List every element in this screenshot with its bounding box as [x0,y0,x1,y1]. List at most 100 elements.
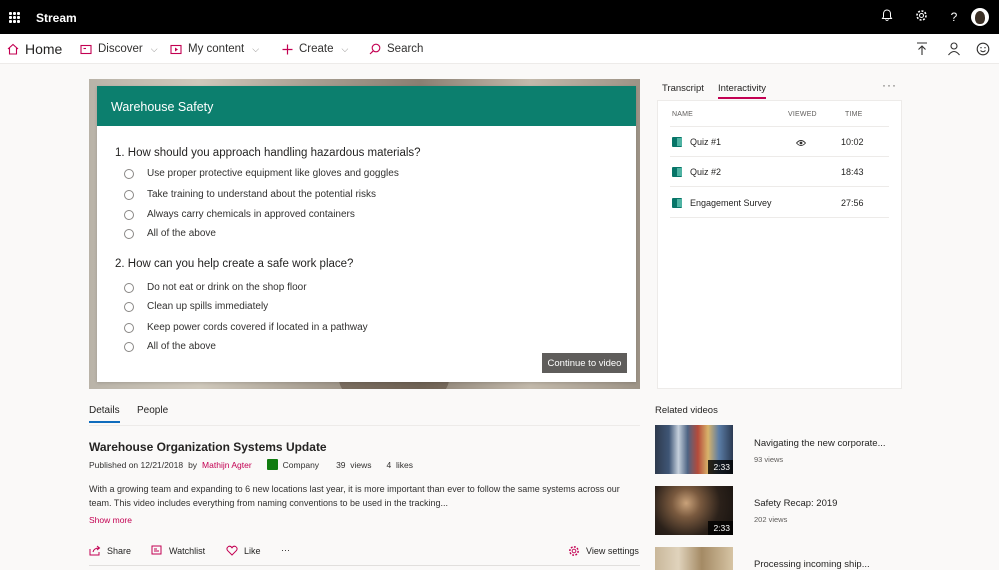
app-name[interactable]: Stream [36,11,77,25]
show-more-link[interactable]: Show more [89,515,132,525]
option-label: All of the above [147,228,216,239]
interactivity-row[interactable]: Quiz #1 10:02 [670,127,889,157]
quiz-option[interactable]: Keep power cords covered if located in a… [124,322,368,333]
video-title: Warehouse Organization Systems Update [89,440,327,454]
option-label: Keep power cords covered if located in a… [147,322,368,333]
chevron-down-icon: ⌵ [252,43,260,54]
tab-people[interactable]: People [137,405,168,416]
radio-button[interactable] [124,282,134,293]
row-time: 18:43 [841,167,864,177]
like-count: 4 likes [386,459,413,470]
search-icon [369,43,381,55]
related-videos-heading: Related videos [655,405,718,416]
tab-transcript[interactable]: Transcript [662,83,704,94]
more-icon: ··· [281,545,290,555]
video-description: With a growing team and expanding to 6 n… [89,484,620,508]
column-header-viewed: VIEWED [788,111,817,118]
related-video-views: 202 views [754,515,788,524]
share-label: Share [107,545,132,556]
quiz-option[interactable]: Take training to understand about the po… [124,189,376,200]
related-video-title[interactable]: Navigating the new corporate... [754,438,886,449]
option-label: Do not eat or drink on the shop floor [147,282,307,293]
plus-icon [282,44,293,54]
quiz-title: Warehouse Safety [97,86,636,126]
group-name[interactable]: Company [283,460,319,470]
related-video-thumbnail[interactable]: 2:33 [655,486,733,535]
related-video-thumbnail[interactable] [655,547,733,570]
quiz-question-2: 2. How can you help create a safe work p… [115,258,354,270]
watchlist-button[interactable]: Watchlist [151,545,205,556]
related-video-title[interactable]: Processing incoming ship... [754,559,870,570]
share-icon [89,545,101,556]
quiz-option[interactable]: Clean up spills immediately [124,301,268,312]
group-icon [266,459,278,470]
nav-my-content-label: My content [188,43,245,55]
watchlist-icon [151,545,162,555]
video-duration: 2:33 [708,460,733,474]
nav-discover-label: Discover [98,43,143,55]
share-button[interactable]: Share [89,545,131,556]
divider [89,425,640,426]
nav-search-label: Search [387,43,424,55]
nav-discover[interactable]: Discover ⌵ [80,34,158,64]
forms-icon [672,198,682,208]
quiz-option[interactable]: Use proper protective equipment like glo… [124,168,399,179]
interactivity-row[interactable]: Engagement Survey 27:56 [670,187,889,218]
radio-button[interactable] [124,301,134,312]
author-link[interactable]: Mathijn Agter [202,460,252,470]
nav-home-label: Home [25,41,63,57]
more-actions-button[interactable]: ··· [281,545,290,555]
smiley-icon[interactable] [976,41,992,57]
divider [89,565,640,566]
radio-button[interactable] [124,341,134,352]
like-button[interactable]: Like [226,545,261,556]
app-launcher-icon[interactable] [9,12,20,23]
nav-bar: Home Discover ⌵ My content ⌵ Create ⌵ Se… [0,34,999,64]
radio-button[interactable] [124,209,134,220]
row-time: 27:56 [841,198,864,208]
nav-create[interactable]: Create ⌵ [282,34,348,64]
gear-icon [569,546,579,556]
chevron-down-icon: ⌵ [150,43,158,54]
side-panel-tabs: Transcript Interactivity [657,79,902,100]
nav-home[interactable]: Home [7,34,62,64]
video-icon [170,44,182,54]
nav-create-label: Create [299,43,334,55]
nav-search[interactable]: Search [369,34,423,64]
quiz-option[interactable]: Always carry chemicals in approved conta… [124,209,355,220]
quiz-option[interactable]: Do not eat or drink on the shop floor [124,282,307,293]
related-video-title[interactable]: Safety Recap: 2019 [754,498,837,509]
radio-button[interactable] [124,322,134,333]
related-video-thumbnail[interactable]: 2:33 [655,425,733,474]
quiz-option[interactable]: All of the above [124,228,216,239]
radio-button[interactable] [124,168,134,179]
help-icon[interactable]: ? [946,9,962,25]
published-date: Published on 12/21/2018 [89,459,184,470]
option-label: Take training to understand about the po… [147,189,377,200]
avatar[interactable] [971,8,989,26]
tab-interactivity[interactable]: Interactivity [718,83,767,99]
more-options-icon[interactable]: ··· [882,78,897,92]
person-icon[interactable] [947,41,963,57]
nav-my-content[interactable]: My content ⌵ [170,34,259,64]
gear-icon[interactable] [913,9,929,25]
view-settings-label: View settings [586,546,639,556]
radio-button[interactable] [124,189,134,200]
continue-to-video-button[interactable]: Continue to video [542,353,627,373]
by-label: by [188,459,198,470]
watchlist-label: Watchlist [169,545,206,556]
heart-icon [226,545,238,556]
radio-button[interactable] [124,228,134,239]
row-time: 10:02 [841,137,864,147]
bell-icon[interactable] [879,9,895,25]
upload-icon[interactable] [915,41,931,57]
home-icon [7,43,19,55]
view-settings-button[interactable]: View settings [568,545,639,557]
interactivity-row[interactable]: Quiz #2 18:43 [670,157,889,187]
video-meta: Published on 12/21/2018 by Mathijn Agter… [89,459,413,470]
quiz-option[interactable]: All of the above [124,341,216,352]
tab-details[interactable]: Details [89,405,120,423]
related-video-views: 93 views [754,455,784,464]
app-header: Stream ? [0,0,999,34]
option-label: Always carry chemicals in approved conta… [147,209,355,220]
